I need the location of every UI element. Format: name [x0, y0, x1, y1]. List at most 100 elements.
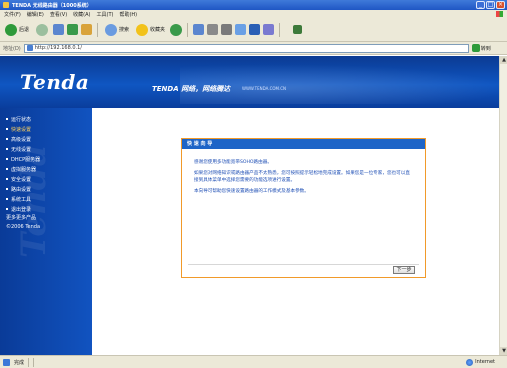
print-icon[interactable] — [221, 24, 233, 35]
sidebar-item-virtual-server[interactable]: 虚拟服务器 — [6, 164, 40, 174]
globe-icon — [466, 358, 474, 366]
tenda-logo: Tenda — [20, 70, 90, 94]
word-icon[interactable] — [249, 24, 261, 35]
sidebar-item-label: 路由设置 — [11, 186, 32, 193]
refresh-icon[interactable] — [67, 24, 79, 35]
back-label: 后退 — [19, 27, 30, 33]
home-icon[interactable] — [81, 24, 93, 35]
favorites-button[interactable]: 收藏夹 — [134, 22, 167, 38]
windows-logo-icon — [496, 11, 503, 17]
main-content: 快 速 向 导 感谢您使用多功能宽带SOHO路由器。 如果您对网络知识或路由器产… — [92, 108, 499, 355]
vertical-scrollbar[interactable]: ▲ ▼ — [499, 56, 507, 355]
go-button[interactable]: 转到 — [471, 44, 491, 52]
back-arrow-icon — [5, 23, 17, 36]
bullet-icon — [6, 138, 8, 140]
minimize-button[interactable]: _ — [476, 1, 485, 9]
sidebar-item-label: 安全设置 — [11, 176, 32, 183]
ie-icon — [3, 2, 9, 8]
bullet-icon — [6, 118, 8, 120]
wizard-title: 快 速 向 导 — [182, 139, 425, 149]
page-done-icon — [3, 358, 10, 366]
page-icon — [26, 45, 33, 51]
forward-arrow-icon — [36, 23, 49, 36]
edit-icon[interactable] — [235, 24, 247, 35]
sidebar-item-dhcp[interactable]: DHCP服务器 — [6, 154, 40, 164]
address-label: 地址(D) — [3, 45, 21, 52]
menu-bar: 文件(F) 编辑(E) 查看(V) 收藏(A) 工具(T) 帮助(H) — [0, 10, 507, 18]
bullet-icon — [6, 208, 8, 210]
toolbar-separator — [279, 22, 281, 37]
menu-favorites[interactable]: 收藏(A) — [73, 11, 90, 18]
bullet-icon — [6, 178, 8, 180]
wizard-paragraph: 感谢您使用多功能宽带SOHO路由器。 — [194, 160, 272, 165]
search-label: 搜索 — [119, 27, 130, 33]
media-icon[interactable] — [170, 23, 183, 36]
search-button[interactable]: 搜索 — [103, 22, 131, 38]
history-icon[interactable] — [193, 24, 205, 35]
mail-icon[interactable] — [207, 24, 219, 35]
sidebar-item-logout[interactable]: 退出登录 — [6, 204, 40, 214]
status-divider — [33, 357, 35, 367]
menu-edit[interactable]: 编辑(E) — [27, 11, 44, 18]
toolbar-separator — [97, 22, 99, 37]
page-viewport: Tenda TENDA 网络，网络腾达 WWW.TENDA.COM.CN Ten… — [0, 56, 507, 355]
nav-list: 运行状态 快速设置 高级设置 无线设置 DHCP服务器 虚拟服务器 安全设置 路… — [6, 114, 40, 214]
sidebar-item-advanced[interactable]: 高级设置 — [6, 134, 40, 144]
wizard-paragraph: 如果您对网络知识或路由器产品不太熟悉，您可按照提示轻松地完成设置。如果您是一位专… — [194, 171, 410, 183]
sidebar-item-label: 退出登录 — [11, 206, 32, 213]
messenger-icon[interactable] — [263, 24, 275, 35]
more-products-link[interactable]: 更多更多产品 — [6, 214, 36, 221]
bullet-icon — [6, 148, 8, 150]
window-controls: _ □ × — [476, 1, 505, 9]
toolbar: 后退 搜索 收藏夹 — [0, 18, 507, 42]
wizard-paragraph: 本向导可帮助您快速设置路由器的工作模式及基本参数。 — [194, 189, 309, 194]
sidebar-item-label: 系统工具 — [11, 196, 32, 203]
maximize-button[interactable]: □ — [486, 1, 495, 9]
sidebar-item-label: 运行状态 — [11, 116, 32, 123]
security-zone: Internet — [466, 358, 495, 366]
scroll-up-icon[interactable]: ▲ — [500, 56, 507, 64]
banner-website: WWW.TENDA.COM.CN — [242, 86, 287, 91]
bullet-icon — [6, 128, 8, 130]
forward-button[interactable] — [34, 22, 50, 38]
copyright-text: ©2006 Tenda — [6, 224, 41, 230]
menu-help[interactable]: 帮助(H) — [119, 11, 137, 18]
quick-setup-wizard-panel: 快 速 向 导 感谢您使用多功能宽带SOHO路由器。 如果您对网络知识或路由器产… — [181, 138, 426, 278]
bullet-icon — [6, 198, 8, 200]
sidebar-item-system-tools[interactable]: 系统工具 — [6, 194, 40, 204]
sidebar-item-wireless[interactable]: 无线设置 — [6, 144, 40, 154]
menu-tools[interactable]: 工具(T) — [97, 11, 114, 18]
sidebar-item-status[interactable]: 运行状态 — [6, 114, 40, 124]
address-url: http://192.168.0.1/ — [34, 45, 82, 51]
sidebar-item-label: 无线设置 — [11, 146, 32, 153]
tenda-banner: Tenda TENDA 网络，网络腾达 WWW.TENDA.COM.CN — [0, 56, 507, 108]
star-icon — [136, 23, 149, 36]
menu-view[interactable]: 查看(V) — [50, 11, 67, 18]
search-icon — [105, 23, 118, 36]
bullet-icon — [6, 158, 8, 160]
sidebar-item-label: 快速设置 — [11, 126, 32, 133]
bullet-icon — [6, 168, 8, 170]
menu-file[interactable]: 文件(F) — [4, 11, 21, 18]
scroll-down-icon[interactable]: ▼ — [500, 347, 507, 355]
status-text: 完成 — [14, 359, 25, 366]
sidebar-item-routing[interactable]: 路由设置 — [6, 184, 40, 194]
next-button[interactable]: 下一步 — [393, 266, 415, 274]
bullet-icon — [6, 188, 8, 190]
address-input[interactable]: http://192.168.0.1/ — [23, 43, 469, 53]
tools-icon[interactable] — [293, 25, 303, 34]
sidebar-item-label: 高级设置 — [11, 136, 32, 143]
favorites-label: 收藏夹 — [150, 27, 166, 33]
zone-label: Internet — [475, 359, 495, 365]
status-divider — [28, 357, 30, 367]
window-title: TENDA 无线路由器（1000系统） — [12, 2, 92, 9]
back-button[interactable]: 后退 — [3, 22, 31, 38]
close-button[interactable]: × — [496, 1, 505, 9]
address-bar: 地址(D) http://192.168.0.1/ 转到 — [0, 42, 507, 55]
window-title-bar: TENDA 无线路由器（1000系统） _ □ × — [0, 0, 507, 10]
sidebar-item-quick-setup[interactable]: 快速设置 — [6, 124, 40, 134]
sidebar-item-security[interactable]: 安全设置 — [6, 174, 40, 184]
sidebar-nav: Tenda 运行状态 快速设置 高级设置 无线设置 DHCP服务器 虚拟服务器 … — [0, 108, 92, 355]
toolbar-separator — [187, 22, 189, 37]
stop-icon[interactable] — [53, 24, 65, 35]
